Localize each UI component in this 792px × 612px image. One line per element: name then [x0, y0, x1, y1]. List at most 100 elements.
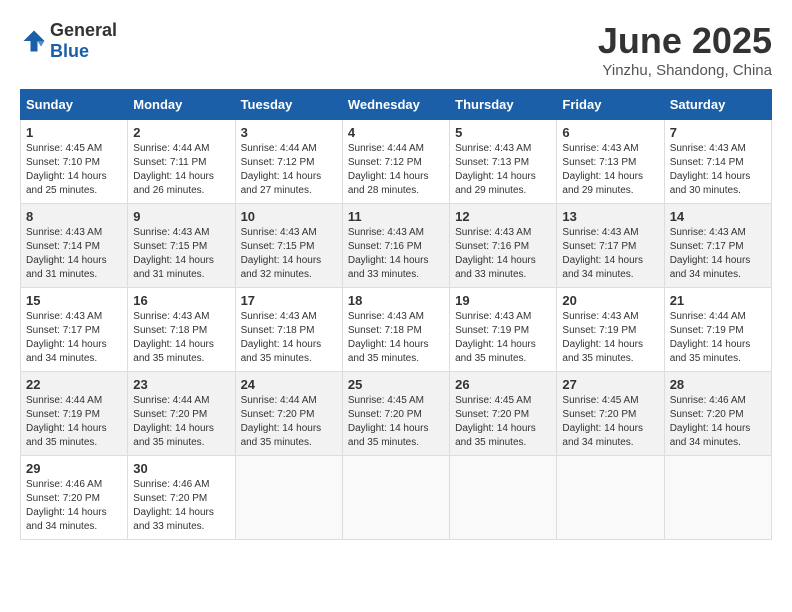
calendar-day-cell: 7Sunrise: 4:43 AM Sunset: 7:14 PM Daylig… [664, 120, 771, 204]
day-info: Sunrise: 4:45 AM Sunset: 7:20 PM Dayligh… [455, 394, 551, 450]
calendar-day-cell: 12 Sunrise: 4:43 AM Sunset: 7:16 PM Dayli… [450, 204, 557, 288]
day-number: 27 [562, 377, 658, 392]
calendar-day-cell: 2 Sunrise: 4:44 AM Sunset: 7:11 PM Daylig… [128, 120, 235, 204]
calendar-header-row: SundayMondayTuesdayWednesdayThursdayFrid… [21, 90, 772, 120]
day-info: Sunrise: 4:43 AM Sunset: 7:19 PM Dayligh… [562, 310, 658, 366]
day-number: 28 [670, 377, 766, 392]
day-header-thursday: Thursday [450, 90, 557, 120]
calendar-day-cell: 5 Sunrise: 4:43 AM Sunset: 7:13 PM Daylig… [450, 120, 557, 204]
logo-general-text: General [50, 20, 117, 40]
day-info: Sunrise: 4:45 AM Sunset: 7:20 PM Dayligh… [562, 394, 658, 450]
day-number: 21 [670, 293, 766, 308]
day-number: 14 [670, 209, 766, 224]
calendar-day-cell: 18 Sunrise: 4:43 AM Sunset: 7:18 PM Dayli… [342, 288, 449, 372]
calendar-week-3: 15 Sunrise: 4:43 AM Sunset: 7:17 PM Dayli… [21, 288, 772, 372]
day-info: Sunrise: 4:45 AM Sunset: 7:10 PM Dayligh… [26, 142, 122, 198]
day-info: Sunrise: 4:43 AM Sunset: 7:18 PM Dayligh… [348, 310, 444, 366]
day-info: Sunrise: 4:44 AM Sunset: 7:12 PM Dayligh… [348, 142, 444, 198]
day-info: Sunrise: 4:43 AM Sunset: 7:15 PM Dayligh… [133, 226, 229, 282]
calendar-day-cell: 14 Sunrise: 4:43 AM Sunset: 7:17 PM Dayli… [664, 204, 771, 288]
calendar-day-cell: 20 Sunrise: 4:43 AM Sunset: 7:19 PM Dayli… [557, 288, 664, 372]
day-header-monday: Monday [128, 90, 235, 120]
calendar-day-cell: 1 Sunrise: 4:45 AM Sunset: 7:10 PM Daylig… [21, 120, 128, 204]
title-block: June 2025 Yinzhu, Shandong, China [598, 20, 772, 79]
page-header: General Blue June 2025 Yinzhu, Shandong,… [20, 20, 772, 79]
day-number: 3 [241, 125, 337, 140]
day-info: Sunrise: 4:43 AM Sunset: 7:13 PM Dayligh… [455, 142, 551, 198]
day-info: Sunrise: 4:44 AM Sunset: 7:20 PM Dayligh… [133, 394, 229, 450]
day-info: Sunrise: 4:44 AM Sunset: 7:19 PM Dayligh… [26, 394, 122, 450]
day-number: 20 [562, 293, 658, 308]
day-info: Sunrise: 4:43 AM Sunset: 7:19 PM Dayligh… [455, 310, 551, 366]
calendar-day-cell: 10 Sunrise: 4:43 AM Sunset: 7:15 PM Dayli… [235, 204, 342, 288]
day-number: 12 [455, 209, 551, 224]
day-number: 23 [133, 377, 229, 392]
day-number: 8 [26, 209, 122, 224]
day-info: Sunrise: 4:46 AM Sunset: 7:20 PM Dayligh… [26, 478, 122, 534]
day-info: Sunrise: 4:43 AM Sunset: 7:15 PM Dayligh… [241, 226, 337, 282]
day-info: Sunrise: 4:44 AM Sunset: 7:11 PM Dayligh… [133, 142, 229, 198]
day-header-friday: Friday [557, 90, 664, 120]
day-info: Sunrise: 4:44 AM Sunset: 7:20 PM Dayligh… [241, 394, 337, 450]
day-number: 18 [348, 293, 444, 308]
day-info: Sunrise: 4:43 AM Sunset: 7:17 PM Dayligh… [670, 226, 766, 282]
calendar-day-cell: 25 Sunrise: 4:45 AM Sunset: 7:20 PM Dayli… [342, 372, 449, 456]
day-info: Sunrise: 4:43 AM Sunset: 7:18 PM Dayligh… [241, 310, 337, 366]
day-number: 29 [26, 461, 122, 476]
calendar-day-cell: 21 Sunrise: 4:44 AM Sunset: 7:19 PM Dayli… [664, 288, 771, 372]
day-number: 2 [133, 125, 229, 140]
day-info: Sunrise: 4:43 AM Sunset: 7:17 PM Dayligh… [562, 226, 658, 282]
calendar-day-cell [557, 456, 664, 540]
day-info: Sunrise: 4:43 AM Sunset: 7:14 PM Dayligh… [26, 226, 122, 282]
calendar-week-5: 29 Sunrise: 4:46 AM Sunset: 7:20 PM Dayli… [21, 456, 772, 540]
day-header-sunday: Sunday [21, 90, 128, 120]
calendar-day-cell: 26 Sunrise: 4:45 AM Sunset: 7:20 PM Dayli… [450, 372, 557, 456]
day-header-saturday: Saturday [664, 90, 771, 120]
day-info: Sunrise: 4:45 AM Sunset: 7:20 PM Dayligh… [348, 394, 444, 450]
calendar-day-cell: 23 Sunrise: 4:44 AM Sunset: 7:20 PM Dayli… [128, 372, 235, 456]
day-info: Sunrise: 4:46 AM Sunset: 7:20 PM Dayligh… [670, 394, 766, 450]
day-number: 1 [26, 125, 122, 140]
calendar-day-cell: 24Sunrise: 4:44 AM Sunset: 7:20 PM Dayli… [235, 372, 342, 456]
logo: General Blue [20, 20, 117, 62]
day-header-tuesday: Tuesday [235, 90, 342, 120]
day-number: 22 [26, 377, 122, 392]
calendar-day-cell [235, 456, 342, 540]
day-number: 19 [455, 293, 551, 308]
day-number: 26 [455, 377, 551, 392]
day-number: 30 [133, 461, 229, 476]
day-number: 15 [26, 293, 122, 308]
calendar-day-cell: 15 Sunrise: 4:43 AM Sunset: 7:17 PM Dayli… [21, 288, 128, 372]
day-number: 11 [348, 209, 444, 224]
calendar-day-cell: 30 Sunrise: 4:46 AM Sunset: 7:20 PM Dayli… [128, 456, 235, 540]
calendar-day-cell [664, 456, 771, 540]
calendar-day-cell: 29 Sunrise: 4:46 AM Sunset: 7:20 PM Dayli… [21, 456, 128, 540]
day-number: 10 [241, 209, 337, 224]
calendar-day-cell: 22 Sunrise: 4:44 AM Sunset: 7:19 PM Dayli… [21, 372, 128, 456]
calendar-day-cell [450, 456, 557, 540]
day-number: 9 [133, 209, 229, 224]
main-title: June 2025 [598, 20, 772, 62]
day-number: 17 [241, 293, 337, 308]
calendar-day-cell: 27 Sunrise: 4:45 AM Sunset: 7:20 PM Dayli… [557, 372, 664, 456]
calendar-day-cell: 16Sunrise: 4:43 AM Sunset: 7:18 PM Dayli… [128, 288, 235, 372]
calendar-day-cell: 11 Sunrise: 4:43 AM Sunset: 7:16 PM Dayli… [342, 204, 449, 288]
day-info: Sunrise: 4:44 AM Sunset: 7:12 PM Dayligh… [241, 142, 337, 198]
day-number: 5 [455, 125, 551, 140]
day-number: 25 [348, 377, 444, 392]
day-info: Sunrise: 4:43 AM Sunset: 7:14 PM Dayligh… [670, 142, 766, 198]
day-header-wednesday: Wednesday [342, 90, 449, 120]
calendar-day-cell: 3 Sunrise: 4:44 AM Sunset: 7:12 PM Daylig… [235, 120, 342, 204]
day-info: Sunrise: 4:43 AM Sunset: 7:17 PM Dayligh… [26, 310, 122, 366]
day-info: Sunrise: 4:46 AM Sunset: 7:20 PM Dayligh… [133, 478, 229, 534]
calendar-day-cell: 13Sunrise: 4:43 AM Sunset: 7:17 PM Dayli… [557, 204, 664, 288]
day-info: Sunrise: 4:43 AM Sunset: 7:18 PM Dayligh… [133, 310, 229, 366]
calendar-day-cell: 9 Sunrise: 4:43 AM Sunset: 7:15 PM Daylig… [128, 204, 235, 288]
day-info: Sunrise: 4:43 AM Sunset: 7:16 PM Dayligh… [348, 226, 444, 282]
calendar-table: SundayMondayTuesdayWednesdayThursdayFrid… [20, 89, 772, 540]
day-info: Sunrise: 4:44 AM Sunset: 7:19 PM Dayligh… [670, 310, 766, 366]
calendar-day-cell: 28 Sunrise: 4:46 AM Sunset: 7:20 PM Dayli… [664, 372, 771, 456]
calendar-day-cell: 8 Sunrise: 4:43 AM Sunset: 7:14 PM Daylig… [21, 204, 128, 288]
day-info: Sunrise: 4:43 AM Sunset: 7:16 PM Dayligh… [455, 226, 551, 282]
subtitle: Yinzhu, Shandong, China [598, 62, 772, 79]
